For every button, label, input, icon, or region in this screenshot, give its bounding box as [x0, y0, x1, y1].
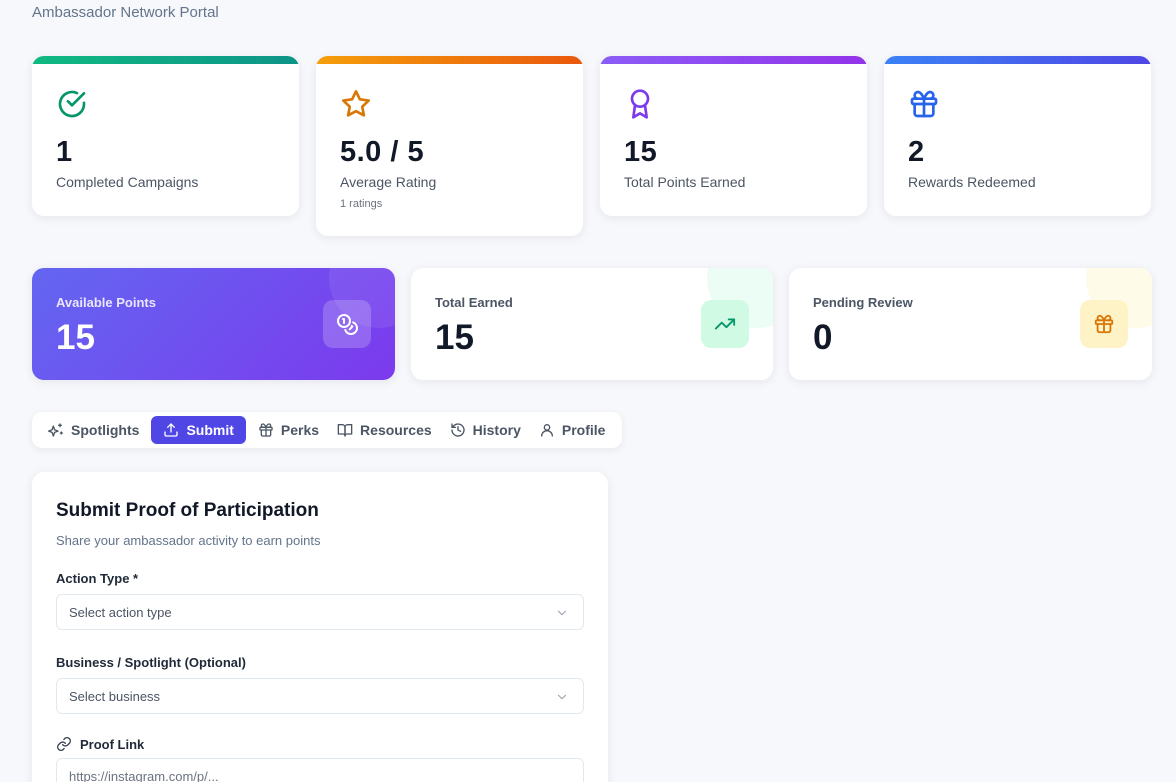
action-type-select[interactable]: Select action type — [56, 594, 584, 630]
stat-card-average-rating: 5.0 / 5 Average Rating 1 ratings — [316, 56, 583, 236]
chevron-down-icon — [557, 610, 567, 616]
tab-label: Profile — [561, 422, 606, 438]
proof-link-label: Proof Link — [80, 736, 145, 752]
proof-link-field-label: Proof Link — [56, 736, 144, 752]
business-select[interactable]: Select business — [56, 678, 584, 714]
stat-value: 15 — [624, 136, 658, 168]
user-icon — [540, 424, 553, 437]
sparkles-icon — [48, 423, 63, 437]
stat-card-accent-bar — [600, 56, 867, 64]
link-icon — [57, 737, 71, 751]
tab-submit[interactable]: Submit — [151, 416, 246, 444]
available-points-label: Available Points — [56, 295, 156, 310]
pending-review-value: 0 — [813, 318, 833, 357]
stat-value: 2 — [908, 136, 925, 168]
gift-icon — [910, 90, 938, 118]
stat-label: Average Rating — [340, 174, 437, 190]
upload-icon — [164, 423, 179, 437]
award-icon — [630, 89, 650, 119]
tab-label: Submit — [186, 422, 234, 438]
tab-label: Resources — [360, 422, 432, 438]
trending-up-icon — [701, 300, 749, 348]
form-title: Submit Proof of Participation — [56, 500, 319, 521]
tab-bar: Spotlights Submit Perks Resources Histor… — [32, 412, 622, 448]
tab-profile[interactable]: Profile — [533, 416, 612, 444]
history-icon — [450, 423, 465, 437]
submit-proof-form: Submit Proof of Participation Share your… — [32, 472, 608, 782]
stat-card-accent-bar — [884, 56, 1151, 64]
tab-label: History — [472, 422, 521, 438]
coins-icon — [323, 300, 371, 348]
stat-card-total-points: 15 Total Points Earned — [600, 56, 867, 216]
business-placeholder: Select business — [69, 688, 161, 704]
star-icon — [342, 90, 370, 117]
tab-history[interactable]: History — [444, 416, 527, 444]
check-circle-icon — [58, 90, 86, 118]
stat-value: 5.0 / 5 — [340, 136, 425, 168]
portal-title: Ambassador Network Portal — [32, 4, 219, 21]
stat-value: 1 — [56, 136, 73, 168]
stat-card-accent-bar — [32, 56, 299, 64]
book-icon — [337, 424, 353, 437]
gift-icon — [1080, 300, 1128, 348]
form-subtitle: Share your ambassador activity to earn p… — [56, 533, 321, 548]
tab-resources[interactable]: Resources — [331, 416, 438, 444]
stat-label: Rewards Redeemed — [908, 174, 1036, 190]
tab-label: Spotlights — [71, 422, 140, 438]
stat-card-rewards-redeemed: 2 Rewards Redeemed — [884, 56, 1151, 216]
stat-sublabel: 1 ratings — [340, 198, 383, 210]
action-type-placeholder: Select action type — [69, 604, 172, 620]
proof-link-input[interactable] — [56, 758, 584, 782]
total-earned-card: Total Earned 15 — [411, 268, 773, 380]
stat-label: Total Points Earned — [624, 174, 746, 190]
stat-card-completed-campaigns: 1 Completed Campaigns — [32, 56, 299, 216]
pending-review-label: Pending Review — [813, 295, 913, 310]
tab-label: Perks — [280, 422, 320, 438]
chevron-down-icon — [557, 694, 567, 700]
available-points-value: 15 — [56, 318, 95, 357]
tab-spotlights[interactable]: Spotlights — [42, 416, 145, 444]
action-type-label: Action Type * — [56, 571, 139, 586]
available-points-card: Available Points 15 — [32, 268, 395, 380]
tab-perks[interactable]: Perks — [252, 416, 325, 444]
total-earned-label: Total Earned — [435, 295, 513, 310]
total-earned-value: 15 — [435, 318, 474, 357]
business-label: Business / Spotlight (Optional) — [56, 655, 246, 670]
stat-label: Completed Campaigns — [56, 174, 199, 190]
pending-review-card: Pending Review 0 — [789, 268, 1152, 380]
stat-card-accent-bar — [316, 56, 583, 64]
gift-icon — [259, 423, 273, 437]
